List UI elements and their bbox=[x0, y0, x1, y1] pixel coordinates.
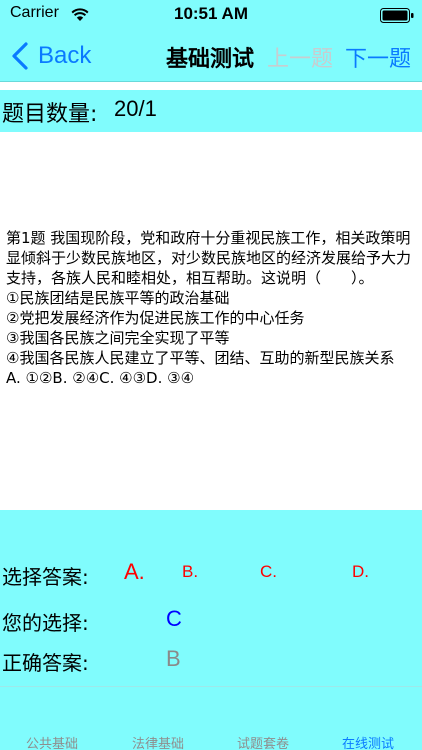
statement-1: ①民族团结是民族平等的政治基础 bbox=[6, 289, 230, 307]
correct-answer-label: 正确答案: bbox=[2, 651, 89, 675]
option-c-button[interactable]: C. bbox=[260, 562, 277, 582]
tab-public-basics[interactable]: 公共基础 bbox=[26, 733, 78, 750]
your-choice-value: C bbox=[166, 606, 182, 631]
tab-law-basics[interactable]: 法律基础 bbox=[132, 733, 184, 750]
page-title: 基础测试 bbox=[166, 47, 255, 72]
prev-question-button[interactable]: 上一题 bbox=[267, 41, 333, 73]
question-count-value: 20/1 bbox=[114, 96, 157, 121]
option-d-button[interactable]: D. bbox=[352, 562, 369, 582]
select-answer-label: 选择答案: bbox=[2, 565, 89, 589]
battery-icon bbox=[380, 8, 414, 23]
question-count-bar: 题目数量: 20/1 bbox=[0, 90, 422, 132]
statement-4: ④我国各民族人民建立了平等、团结、互助的新型民族关系 bbox=[6, 349, 395, 367]
question-count-label: 题目数量: bbox=[2, 102, 98, 127]
back-label: Back bbox=[38, 42, 92, 69]
tab-bar: 公共基础 法律基础 试题套卷 在线测试 bbox=[0, 686, 422, 750]
next-question-button[interactable]: 下一题 bbox=[345, 41, 411, 73]
chevron-left-icon bbox=[12, 42, 28, 70]
question-stem: 第1题 我国现阶段，党和政府十分重视民族工作，相关政策明显倾斜于少数民族地区，对… bbox=[6, 229, 412, 287]
option-a-button[interactable]: A. bbox=[124, 559, 145, 585]
statement-2: ②党把发展经济作为促进民族工作的中心任务 bbox=[6, 309, 305, 327]
option-b-button[interactable]: B. bbox=[182, 562, 198, 582]
clock: 10:51 AM bbox=[173, 4, 248, 23]
statement-3: ③我国各民族之间完全实现了平等 bbox=[6, 329, 230, 347]
answer-choices: A. ①②B. ②④C. ④③D. ③④ bbox=[6, 369, 195, 387]
your-choice-label: 您的选择: bbox=[2, 611, 89, 635]
question-text: 第1题 我国现阶段，党和政府十分重视民族工作，相关政策明显倾斜于少数民族地区，对… bbox=[6, 228, 416, 388]
nav-bar: Back 基础测试 上一题 下一题 bbox=[0, 30, 422, 82]
status-bar: Carrier 10:51 AM bbox=[0, 0, 422, 30]
tab-test-sets[interactable]: 试题套卷 bbox=[237, 733, 289, 750]
tab-online-test[interactable]: 在线测试 bbox=[342, 733, 394, 750]
back-button[interactable]: Back bbox=[10, 40, 91, 72]
correct-answer-value: B bbox=[166, 646, 181, 671]
